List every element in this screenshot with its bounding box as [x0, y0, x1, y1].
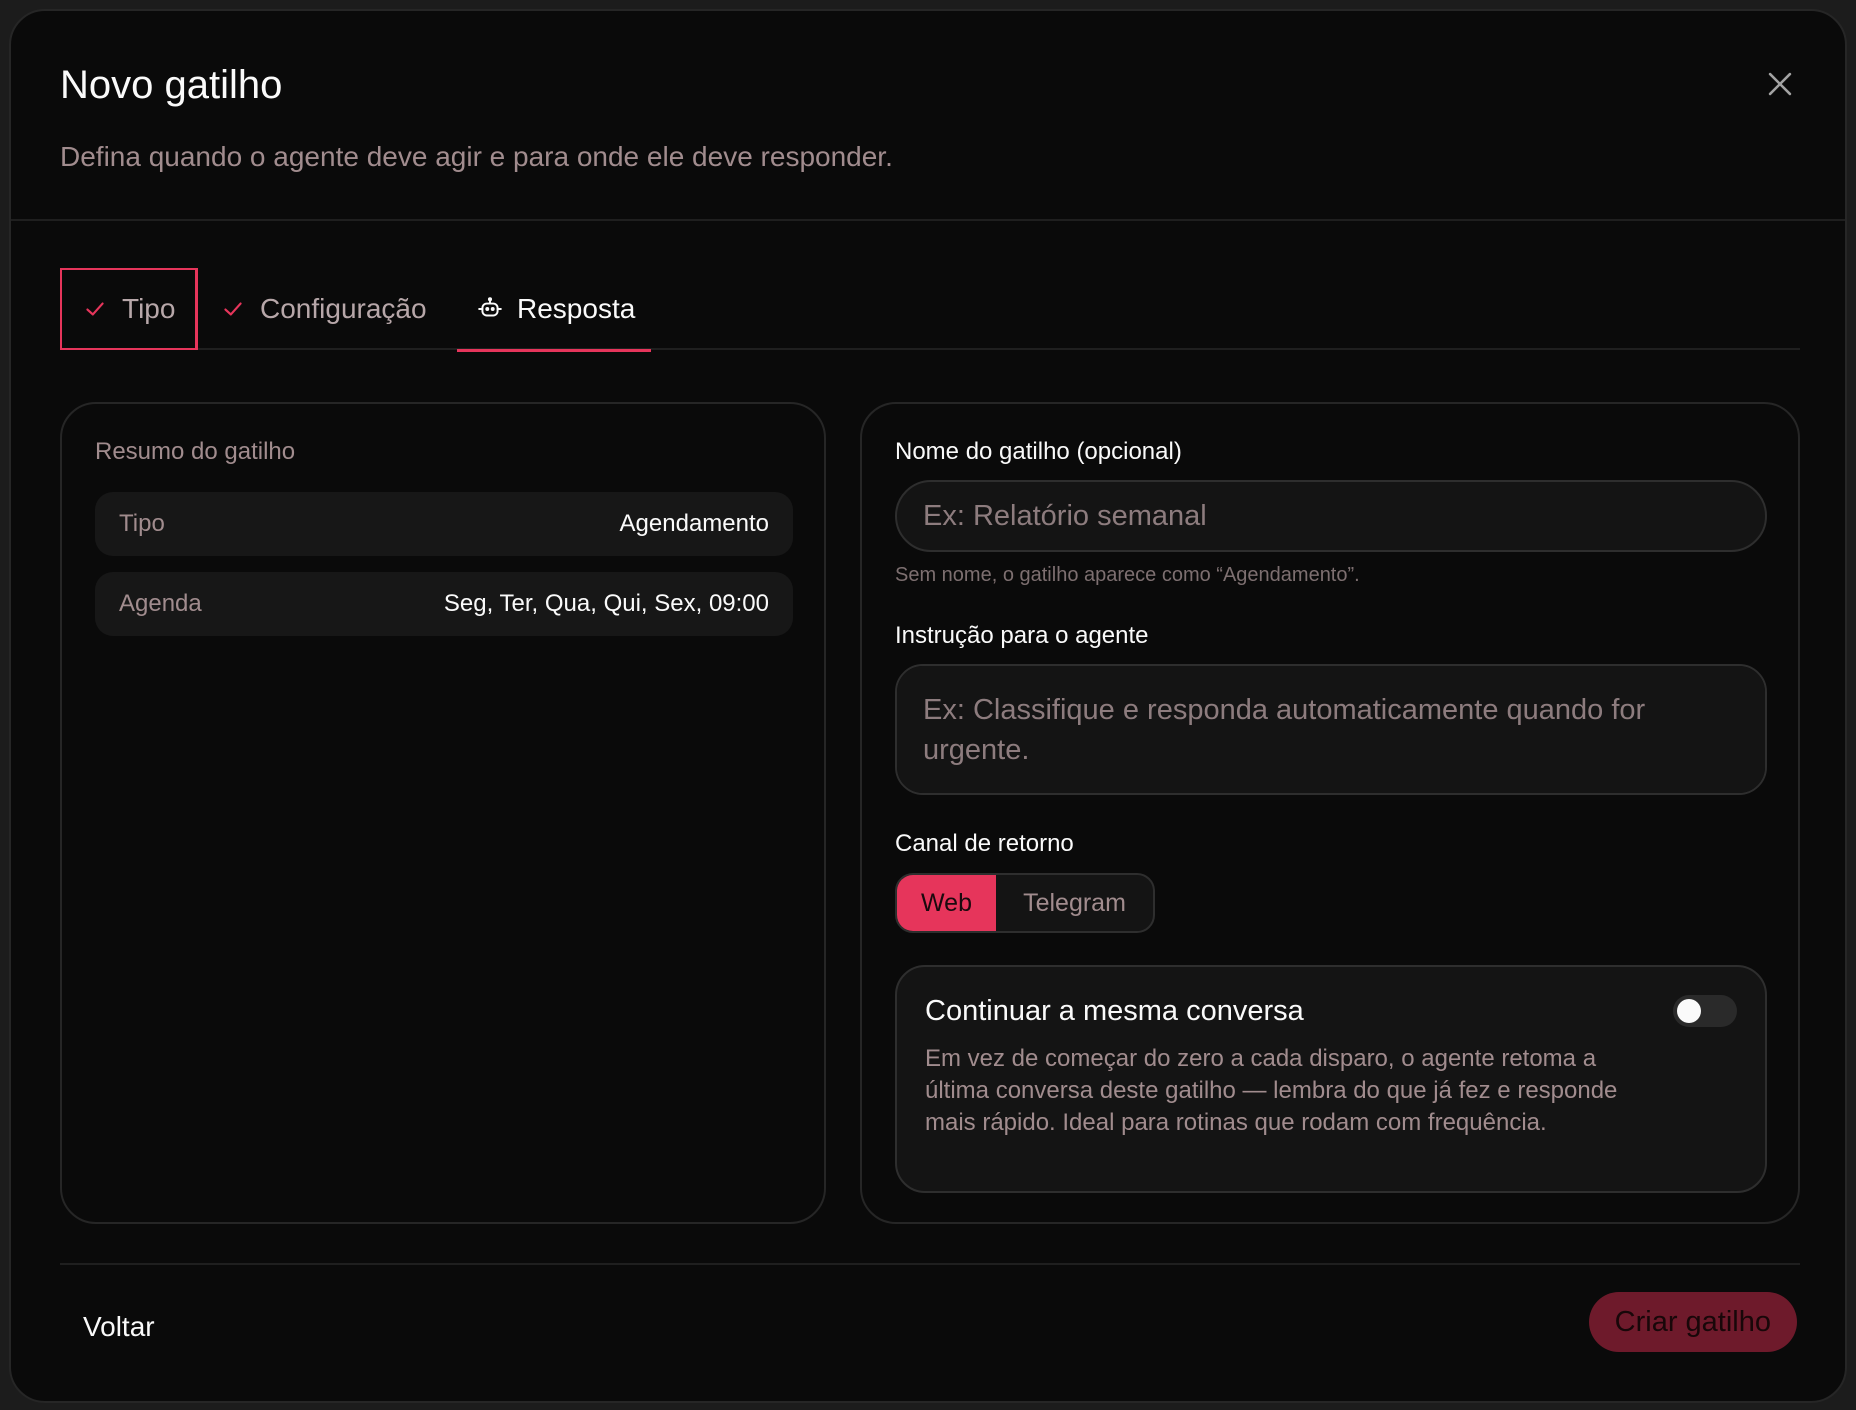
summary-value: Agendamento [619, 510, 769, 537]
toggle-knob [1677, 999, 1701, 1023]
continue-conversation-card: Continuar a mesma conversa Em vez de com… [895, 965, 1767, 1193]
summary-key: Tipo [119, 510, 165, 537]
dialog-subtitle: Defina quando o agente deve agir e para … [60, 141, 893, 172]
summary-row-agenda: Agenda Seg, Ter, Qua, Qui, Sex, 09:00 [95, 572, 793, 636]
trigger-name-input[interactable] [895, 480, 1767, 552]
trigger-name-hint: Sem nome, o gatilho aparece como “Agenda… [895, 564, 1360, 586]
dialog-title: Novo gatilho [60, 63, 283, 107]
dialog-header: Novo gatilho Defina quando o agente deve… [11, 11, 1845, 221]
tab-resposta[interactable]: Resposta [457, 268, 651, 352]
tab-label: Configuração [260, 293, 427, 324]
response-form-panel: Nome do gatilho (opcional) Sem nome, o g… [860, 402, 1800, 1224]
continue-conversation-description: Em vez de começar do zero a cada disparo… [925, 1045, 1618, 1136]
footer-divider [60, 1263, 1800, 1265]
summary-panel: Resumo do gatilho Tipo Agendamento Agend… [60, 402, 826, 1224]
close-icon[interactable] [1763, 67, 1797, 101]
create-trigger-button[interactable]: Criar gatilho [1588, 1292, 1797, 1352]
tab-label: Resposta [517, 293, 636, 324]
tab-label: Tipo [122, 293, 176, 324]
summary-value: Seg, Ter, Qua, Qui, Sex, 09:00 [443, 590, 769, 617]
summary-title: Resumo do gatilho [95, 438, 296, 465]
continue-conversation-toggle[interactable] [1673, 995, 1737, 1027]
robot-icon [478, 297, 502, 317]
back-button[interactable]: Voltar [83, 1311, 155, 1343]
new-trigger-dialog: Novo gatilho Defina quando o agente deve… [9, 9, 1847, 1403]
summary-row-tipo: Tipo Agendamento [95, 492, 793, 556]
continue-conversation-title: Continuar a mesma conversa [925, 995, 1304, 1027]
check-icon [224, 302, 242, 316]
trigger-name-label: Nome do gatilho (opcional) [895, 438, 1182, 465]
channel-web-option[interactable]: Web [897, 875, 996, 931]
return-channel-label: Canal de retorno [895, 830, 1074, 857]
return-channel-selector: Web Telegram [895, 873, 1155, 933]
check-icon [86, 302, 104, 316]
summary-key: Agenda [119, 590, 202, 617]
instruction-textarea[interactable] [895, 664, 1767, 795]
instruction-label: Instrução para o agente [895, 622, 1149, 649]
tab-tipo[interactable]: Tipo [60, 268, 198, 350]
tab-configuracao[interactable]: Configuração [198, 268, 427, 350]
channel-telegram-option[interactable]: Telegram [996, 875, 1153, 931]
step-tabs: Tipo Configuração Resposta [60, 268, 1800, 352]
